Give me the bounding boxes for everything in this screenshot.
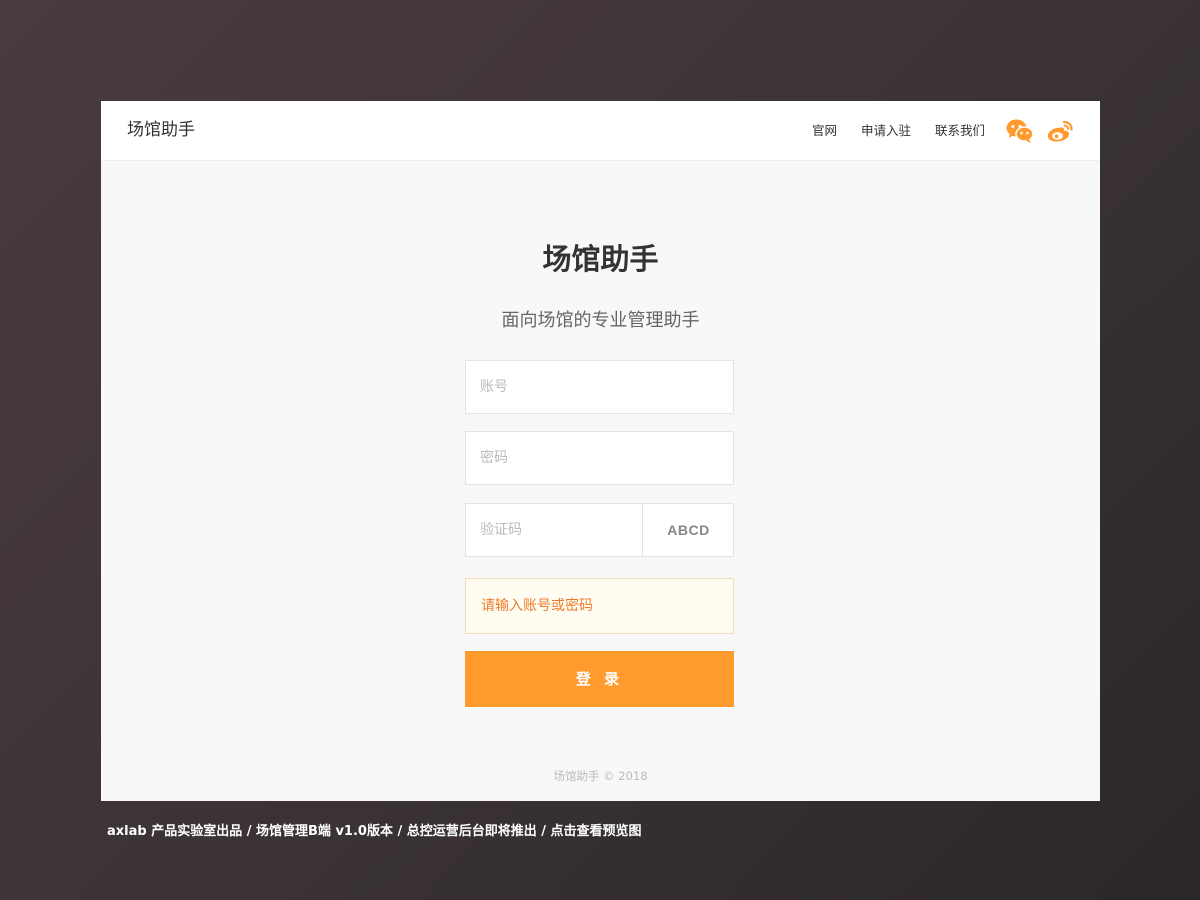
brand-logo[interactable]: 场馆助手 <box>127 119 195 141</box>
captcha-input[interactable] <box>466 504 642 556</box>
copyright-footer: 场馆助手 © 2018 <box>553 769 648 783</box>
page-subtitle: 面向场馆的专业管理助手 <box>501 310 700 331</box>
password-field <box>465 431 734 485</box>
app-window: 场馆助手 官网 申请入驻 联系我们 场馆助手 面向场馆的专业管理助手 账号 验证… <box>101 101 1100 801</box>
weibo-icon[interactable] <box>1046 118 1074 144</box>
password-input[interactable] <box>466 432 733 484</box>
nav-contact-us[interactable]: 联系我们 <box>935 122 985 140</box>
presentation-caption[interactable]: axlab 产品实验室出品 / 场馆管理B端 v1.0版本 / 总控运营后台即将… <box>107 822 642 842</box>
error-message: 请输入账号或密码 <box>465 578 734 634</box>
account-field <box>465 360 734 414</box>
captcha-field: ABCD <box>465 503 734 557</box>
wechat-icon[interactable] <box>1006 118 1034 144</box>
nav-apply-join[interactable]: 申请入驻 <box>861 122 911 140</box>
captcha-input-wrap <box>466 504 642 556</box>
top-nav: 官网 申请入驻 联系我们 <box>812 122 985 140</box>
page-title: 场馆助手 <box>542 242 659 276</box>
account-input[interactable] <box>466 361 733 413</box>
top-navbar: 场馆助手 官网 申请入驻 联系我们 <box>101 101 1100 161</box>
login-button[interactable]: 登 录 <box>465 651 734 707</box>
nav-official-site[interactable]: 官网 <box>812 122 837 140</box>
captcha-image[interactable]: ABCD <box>642 504 734 556</box>
